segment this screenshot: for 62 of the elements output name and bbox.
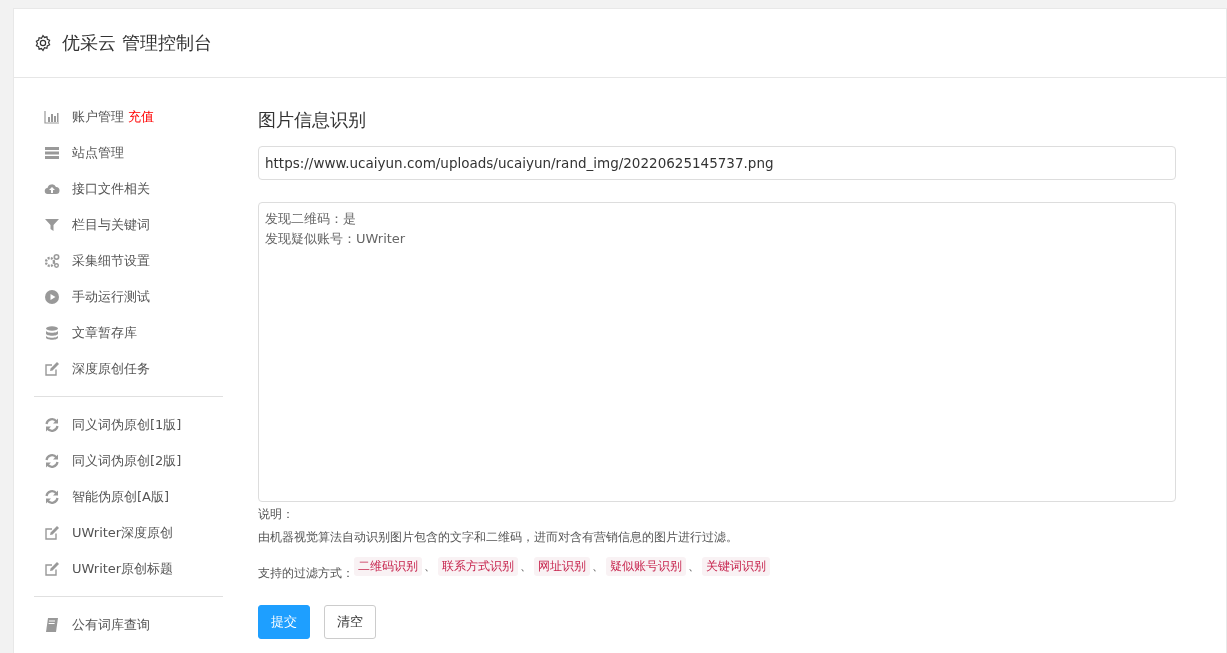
result-box[interactable]: 发现二维码：是 发现疑似账号：UWriter [258,202,1176,502]
methods-label: 支持的过滤方式： [258,565,354,582]
result-line: 发现疑似账号：UWriter [265,230,407,248]
sidebar-item[interactable]: 公有词库查询 [34,607,223,643]
edit-icon [44,361,60,377]
sidebar-item[interactable]: 同义词伪原创[1版] [34,407,223,443]
sidebar-item-label: 采集细节设置 [72,252,150,270]
edit-icon [44,561,60,577]
url-field[interactable]: https://www.ucaiyun.com/uploads/ucaiyun/rand_img/20220625145737.png [258,146,1176,180]
sidebar-item-label: 文章暂存库 [72,324,137,342]
sidebar-item[interactable]: UWriter原创标题 [34,551,223,587]
sidebar-item-label: 同义词伪原创[1版] [72,416,182,434]
edit-icon [44,525,60,541]
page-heading: 图片信息识别 [258,108,367,132]
sidebar-item[interactable]: 接口文件相关 [34,171,223,207]
refresh-icon [44,489,60,505]
sidebar-item-label: 账户管理 [72,108,124,126]
method-tag: 联系方式识别 [438,556,518,576]
method-tag: 疑似账号识别 [606,556,686,576]
sidebar-item-label: 手动运行测试 [72,288,150,306]
book-icon [44,617,60,633]
method-tag: 二维码识别 [354,556,422,576]
sidebar-item-label: 栏目与关键词 [72,216,150,234]
database-icon [44,325,60,341]
server-icon [44,145,60,161]
sidebar-item[interactable]: 账户管理 充值 [34,99,223,135]
sidebar-item-label: 同义词伪原创[2版] [72,452,182,470]
sidebar-item-label: UWriter深度原创 [72,524,174,542]
sidebar-item-label: 深度原创任务 [72,360,150,378]
console-title: 优采云 管理控制台 [62,31,212,55]
sidebar-item-label: UWriter原创标题 [72,560,174,578]
sidebar-item-label: 接口文件相关 [72,180,150,198]
refresh-icon [44,453,60,469]
sidebar-item-label: 智能伪原创[A版] [72,488,170,506]
clear-button[interactable]: 清空 [324,605,376,639]
sidebar-item[interactable]: 栏目与关键词 [34,207,223,243]
recharge-link[interactable]: 充值 [128,108,154,126]
sidebar-item[interactable]: 站点管理 [34,135,223,171]
settings-icon [34,34,52,52]
separator: 、 [688,557,700,575]
result-line: 发现二维码：是 [265,210,357,228]
method-tag: 网址识别 [534,556,590,576]
sidebar-item[interactable]: UWriter深度原创 [34,515,223,551]
separator: 、 [424,557,436,575]
bar-chart-icon [44,109,60,125]
sidebar-item[interactable]: 手动运行测试 [34,279,223,315]
sidebar-item[interactable]: 同义词伪原创[2版] [34,443,223,479]
description-text: 由机器视觉算法自动识别图片包含的文字和二维码，进而对含有营销信息的图片进行过滤。 [258,529,739,546]
play-icon [44,289,60,305]
filter-icon [44,217,60,233]
sidebar-item[interactable]: 采集细节设置 [34,243,223,279]
method-tag: 关键词识别 [702,556,770,576]
sidebar-item[interactable]: 深度原创任务 [34,351,223,387]
sidebar-item[interactable]: 智能伪原创[A版] [34,479,223,515]
sidebar-item-label: 公有词库查询 [72,616,150,634]
sidebar-item-label: 站点管理 [72,144,124,162]
separator: 、 [592,557,604,575]
cloud-upload-icon [44,181,60,197]
sidebar-item[interactable]: 文章暂存库 [34,315,223,351]
refresh-icon [44,417,60,433]
separator: 、 [520,557,532,575]
notes-heading: 说明： [258,506,295,523]
